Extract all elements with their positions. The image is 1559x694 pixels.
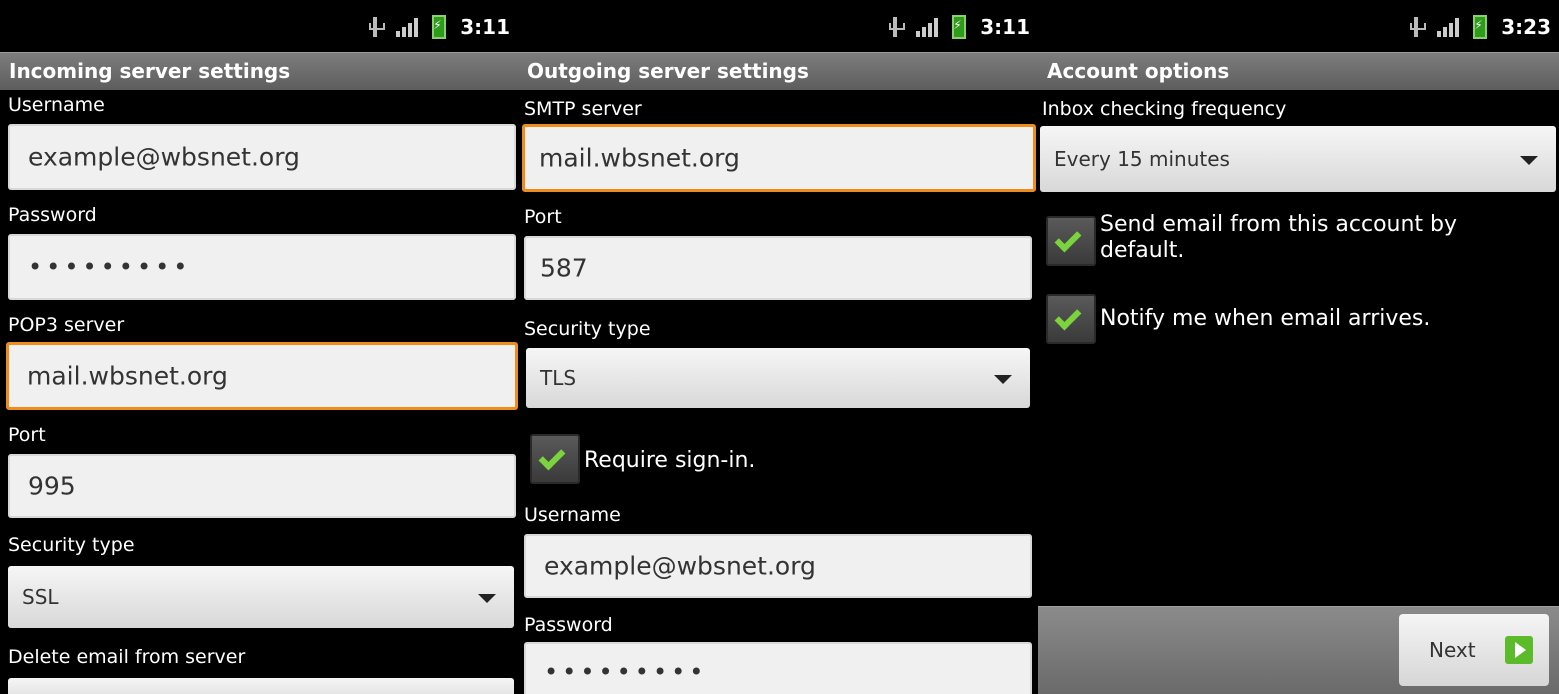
status-clock: 3:11 [460,15,510,39]
username-field[interactable]: example@wbsnet.org [524,534,1032,598]
port-field[interactable]: 587 [524,236,1032,300]
delete-email-spinner[interactable] [8,678,514,694]
security-type-spinner[interactable]: TLS [526,348,1030,408]
password-label: Password [8,204,97,226]
bottom-button-bar: Next [1038,606,1559,694]
username-value: example@wbsnet.org [544,551,816,581]
screen-title-bar: Account options [1038,52,1559,90]
incoming-server-settings-screen: 3:11 Incoming server settings Username e… [0,0,518,694]
pop3-server-label: POP3 server [8,314,125,336]
status-bar: 3:11 [0,0,518,52]
account-options-screen: 3:23 Account options Inbox checking freq… [1038,0,1559,694]
battery-charging-icon [432,15,447,39]
password-value: ••••••••• [28,253,192,281]
password-field[interactable]: ••••••••• [8,234,516,300]
inbox-frequency-value: Every 15 minutes [1054,147,1230,171]
require-signin-label: Require sign-in. [584,448,756,473]
usb-icon [368,15,386,39]
port-field[interactable]: 995 [8,454,516,518]
inbox-frequency-label: Inbox checking frequency [1042,98,1287,120]
security-type-value: SSL [22,585,59,609]
next-button-label: Next [1429,638,1476,662]
battery-charging-icon [952,15,967,39]
screen-title: Incoming server settings [9,59,291,83]
pop3-server-value: mail.wbsnet.org [27,361,228,391]
security-type-spinner[interactable]: SSL [8,566,514,628]
port-value: 995 [28,471,76,501]
username-field[interactable]: example@wbsnet.org [8,124,516,190]
notify-label: Notify me when email arrives. [1100,306,1431,331]
port-label: Port [8,424,46,446]
send-default-label: Send email from this account by default. [1100,212,1458,263]
password-label: Password [524,614,613,636]
signal-icon [916,17,939,37]
send-default-checkbox[interactable] [1046,216,1096,266]
status-clock: 3:23 [1501,15,1551,39]
notify-checkbox[interactable] [1046,294,1096,344]
screen-title: Outgoing server settings [527,59,809,83]
outgoing-server-settings-screen: 3:11 Outgoing server settings SMTP serve… [518,0,1038,694]
next-button[interactable]: Next [1399,614,1549,686]
username-label: Username [524,504,621,526]
delete-email-label: Delete email from server [8,646,246,668]
security-type-label: Security type [524,318,651,340]
smtp-server-value: mail.wbsnet.org [539,143,740,173]
require-signin-checkbox[interactable] [530,434,580,484]
security-type-label: Security type [8,534,135,556]
smtp-server-label: SMTP server [524,98,642,120]
password-field[interactable]: ••••••••• [524,642,1032,694]
screen-title-bar: Outgoing server settings [518,52,1038,90]
status-bar: 3:11 [518,0,1038,52]
usb-icon [888,15,906,39]
chevron-down-icon [478,594,496,603]
inbox-frequency-spinner[interactable]: Every 15 minutes [1040,126,1556,192]
smtp-server-field[interactable]: mail.wbsnet.org [522,124,1036,192]
checkmark-icon [538,443,566,471]
port-value: 587 [540,253,588,283]
pop3-server-field[interactable]: mail.wbsnet.org [6,342,518,410]
checkmark-icon [1054,303,1082,331]
password-value: ••••••••• [544,658,708,686]
screen-title-bar: Incoming server settings [0,52,518,90]
chevron-down-icon [1520,156,1538,165]
status-clock: 3:11 [980,15,1030,39]
security-type-value: TLS [540,366,577,390]
port-label: Port [524,206,562,228]
battery-charging-icon [1473,15,1488,39]
username-label: Username [8,94,105,116]
signal-icon [396,17,419,37]
next-arrow-icon [1505,636,1533,664]
screen-title: Account options [1047,59,1230,83]
status-bar: 3:23 [1038,0,1559,52]
username-value: example@wbsnet.org [28,142,300,172]
usb-icon [1409,15,1427,39]
signal-icon [1437,17,1460,37]
checkmark-icon [1054,225,1082,253]
chevron-down-icon [994,375,1012,384]
